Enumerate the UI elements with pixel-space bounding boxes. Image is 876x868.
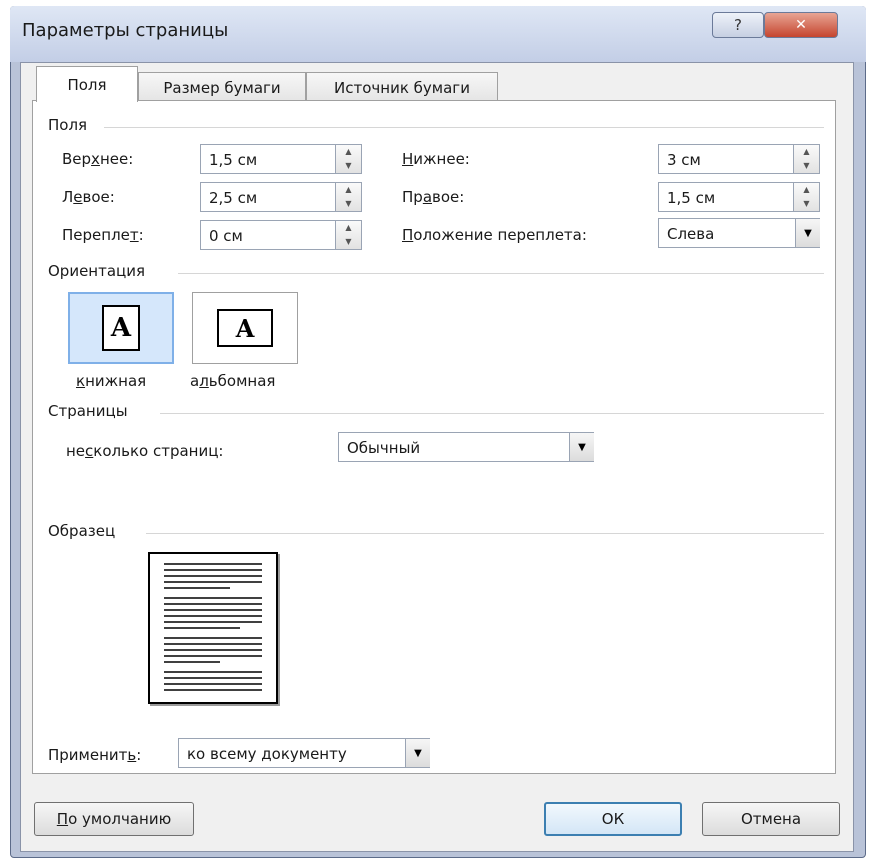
portrait-label: книжная [76,372,147,390]
tab-paper-size[interactable]: Размер бумаги [138,72,306,102]
bottom-margin-label: Нижнее: [402,150,470,168]
spin-down-icon[interactable]: ▼ [336,235,361,249]
right-margin-input[interactable]: 1,5 см [658,182,794,212]
spin-up-icon[interactable]: ▲ [794,183,819,197]
cancel-button[interactable]: Отмена [702,802,840,836]
pages-group-divider [160,413,824,414]
landscape-label: альбомная [190,372,276,390]
landscape-page-icon: A [217,309,273,347]
spin-up-icon[interactable]: ▲ [794,145,819,159]
gutter-position-label: Положение переплета: [402,226,587,244]
sample-preview [148,552,278,704]
gutter-label: Переплет: [62,226,144,244]
spin-up-icon[interactable]: ▲ [336,145,361,159]
bottom-margin-spinner[interactable]: ▲ ▼ [794,144,820,174]
chevron-down-icon[interactable]: ▼ [405,739,430,767]
ok-button[interactable]: ОК [544,802,682,836]
apply-to-select[interactable]: ко всему документу [178,738,430,768]
sample-group-label: Образец [48,522,116,540]
gutter-spinner[interactable]: ▲ ▼ [336,220,362,250]
left-margin-input[interactable]: 2,5 см [200,182,336,212]
top-margin-label: Верхнее: [62,150,134,168]
left-margin-label: Левое: [62,188,115,206]
multiple-pages-label: несколько страниц: [66,442,224,460]
orientation-group-divider [178,273,824,274]
pages-group-label: Страницы [48,402,128,420]
top-margin-spinner[interactable]: ▲ ▼ [336,144,362,174]
portrait-option[interactable]: A [68,292,174,364]
left-margin-spinner[interactable]: ▲ ▼ [336,182,362,212]
set-as-default-button[interactable]: По умолчанию [34,802,194,836]
portrait-page-icon: A [102,305,140,351]
margins-group-label: Поля [48,116,88,134]
sample-group-divider [146,533,824,534]
spin-down-icon[interactable]: ▼ [336,159,361,173]
gutter-input[interactable]: 0 см [200,220,336,250]
bottom-margin-input[interactable]: 3 см [658,144,794,174]
sample-text-lines-icon [164,563,262,691]
top-margin-input[interactable]: 1,5 см [200,144,336,174]
spin-down-icon[interactable]: ▼ [336,197,361,211]
margins-group-divider [104,127,824,128]
chevron-down-icon[interactable]: ▼ [795,219,820,247]
spin-down-icon[interactable]: ▼ [794,197,819,211]
help-icon: ? [734,16,742,34]
apply-to-label: Применить: [48,746,142,764]
multiple-pages-select[interactable]: Обычный [338,432,594,462]
dialog-title: Параметры страницы [22,20,229,41]
spin-up-icon[interactable]: ▲ [336,183,361,197]
close-button[interactable]: ✕ [764,12,838,38]
spin-down-icon[interactable]: ▼ [794,159,819,173]
right-margin-label: Правое: [402,188,465,206]
landscape-option[interactable]: A [192,292,298,364]
close-icon: ✕ [795,17,807,33]
orientation-group-label: Ориентация [48,262,146,280]
right-margin-spinner[interactable]: ▲ ▼ [794,182,820,212]
help-button[interactable]: ? [712,12,764,38]
chevron-down-icon[interactable]: ▼ [569,433,594,461]
spin-up-icon[interactable]: ▲ [336,221,361,235]
tab-paper-source[interactable]: Источник бумаги [306,72,498,102]
tab-margins[interactable]: Поля [36,66,138,102]
